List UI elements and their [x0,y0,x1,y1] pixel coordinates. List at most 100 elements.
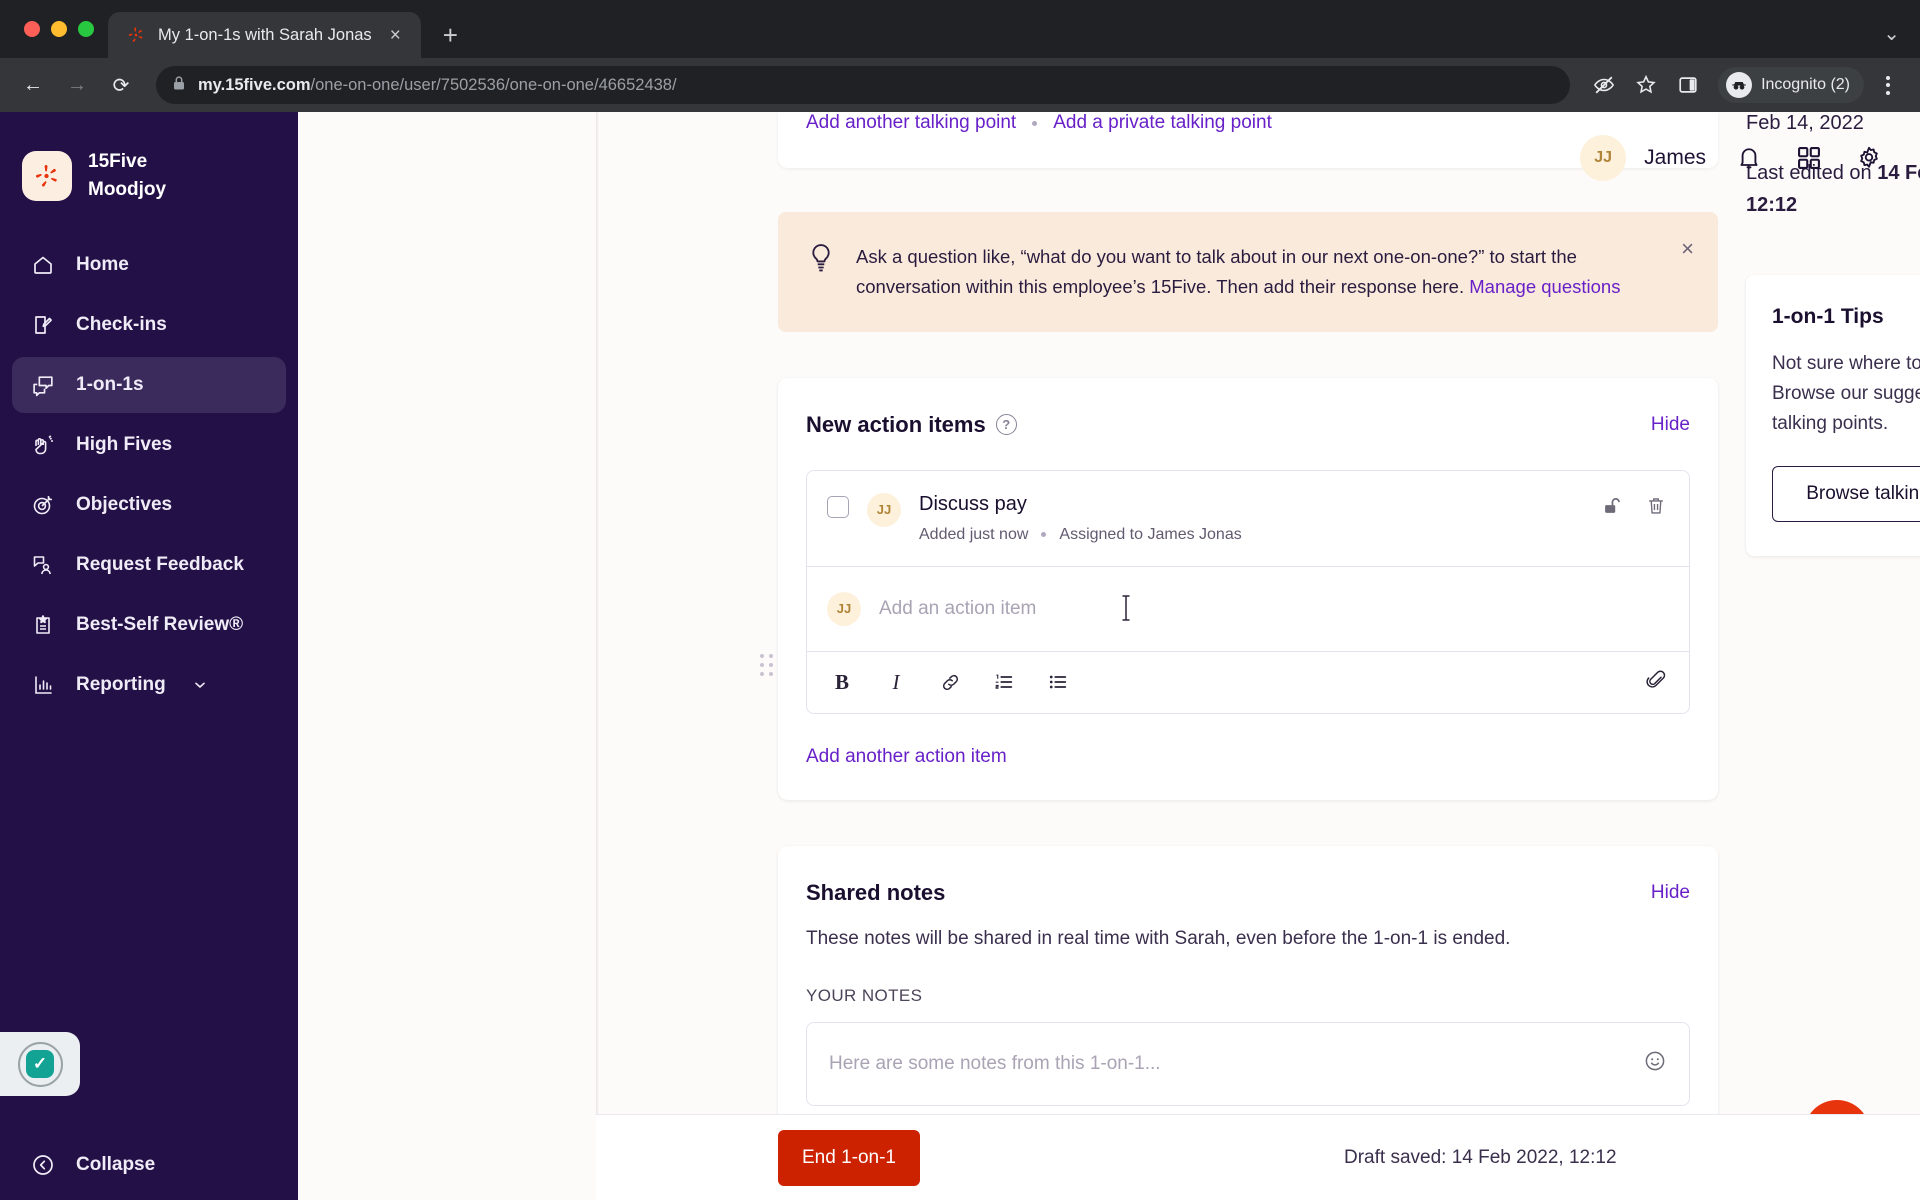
end-1-on-1-button[interactable]: End 1-on-1 [778,1129,920,1186]
gear-icon[interactable] [1852,141,1886,175]
action-item-placeholder: Add an action item [879,597,1037,619]
action-items-title-text: New action items [806,411,986,437]
tabstrip-menu-button[interactable]: ⌄ [1883,21,1920,58]
italic-icon[interactable]: I [883,669,909,695]
action-item-checkbox[interactable] [827,495,849,518]
window-traffic-lights [18,0,108,58]
app-topbar: JJ James [1580,112,1920,204]
shared-notes-card: Shared notes Hide These notes will be sh… [778,845,1718,1138]
action-item-row: JJ Discuss pay Added just now Assigned t… [806,469,1690,567]
chevron-left-circle-icon [30,1152,56,1178]
brand-line-2: Moodjoy [88,178,167,200]
sidebar-item-high-fives[interactable]: High Fives [12,417,286,473]
clipboard-star-icon [30,612,56,638]
reload-button[interactable]: ⟳ [102,66,140,104]
close-tab-button[interactable]: × [384,22,407,49]
sidebar-footer: ✓ Collapse [0,1032,298,1200]
sidebar-item-label: Objectives [76,494,173,516]
address-bar-url: my.15five.com/one-on-one/user/7502536/on… [198,76,677,95]
new-tab-button[interactable]: + [443,22,458,48]
sidebar-item-best-self-review[interactable]: Best-Self Review® [12,597,286,653]
hide-shared-notes-button[interactable]: Hide [1651,882,1690,904]
url-domain: my.15five.com [198,75,311,94]
15five-logo-icon [126,25,146,45]
user-menu[interactable]: JJ James [1580,135,1706,181]
sidebar-item-objectives[interactable]: Objectives [12,477,286,533]
star-icon[interactable] [1628,67,1664,103]
minimize-window-button[interactable] [51,21,67,37]
action-item-input[interactable]: JJ Add an action item [807,567,1689,651]
your-notes-input[interactable]: Here are some notes from this 1-on-1... [806,1021,1690,1106]
forward-button[interactable]: → [58,66,96,104]
bar-chart-icon [30,672,56,698]
action-item-title[interactable]: Discuss pay [919,493,1583,516]
high-five-hand-icon [30,432,56,458]
text-cursor-icon [1119,593,1130,623]
edit-note-icon [30,312,56,338]
avatar: JJ [1580,135,1627,181]
incognito-profile-label: Incognito (2) [1761,76,1850,93]
shared-notes-title: Shared notes [806,879,946,905]
tip-banner-text: Ask a question like, “what do you want t… [856,242,1656,302]
main-content: JJ James Add another talking point Add a… [298,112,1920,1200]
browser-window: My 1-on-1s with Sarah Jonas × + ⌄ ← → ⟳ … [0,0,1920,1200]
talking-points-card: Add another talking point Add a private … [778,112,1718,168]
paperclip-icon[interactable] [1645,669,1667,696]
sidebar-item-request-feedback[interactable]: Request Feedback [12,537,286,593]
action-item-assignee: Assigned to James Jonas [1059,525,1242,543]
lightbulb-icon [806,242,836,302]
back-button[interactable]: ← [14,66,52,104]
page-viewport: 15Five Moodjoy Home Check-ins 1-on-1s Hi… [0,112,1920,1200]
address-bar[interactable]: my.15five.com/one-on-one/user/7502536/on… [156,66,1571,104]
add-another-talking-point-link[interactable]: Add another talking point [806,112,1016,134]
sidebar-item-label: Home [76,254,129,276]
bullet-list-icon[interactable] [1045,669,1071,695]
collapse-sidebar-button[interactable]: Collapse [0,1152,298,1178]
accessibility-check-widget[interactable]: ✓ [0,1032,80,1096]
ordered-list-icon[interactable] [991,669,1017,695]
feedback-person-icon [30,552,56,578]
browse-talking-points-button[interactable]: Browse talking points [1772,466,1920,523]
sidebar-nav: Home Check-ins 1-on-1s High Fives Object… [0,237,298,713]
shared-notes-header: Shared notes Hide [806,880,1690,906]
sidebar-item-1-on-1s[interactable]: 1-on-1s [12,357,286,414]
chevron-down-icon [192,677,208,693]
tip-banner: Ask a question like, “what do you want t… [778,212,1718,332]
manage-questions-link[interactable]: Manage questions [1469,276,1620,297]
avatar: JJ [867,492,901,527]
bell-icon[interactable] [1732,141,1766,175]
page-scroll-area[interactable]: Add another talking point Add a private … [298,112,1920,1200]
chat-bubbles-icon [30,372,56,398]
close-window-button[interactable] [24,21,40,37]
trash-icon[interactable] [1645,495,1667,522]
incognito-profile-chip[interactable]: Incognito (2) [1718,67,1864,103]
kebab-menu-icon[interactable] [1870,67,1906,103]
url-path: /one-on-one/user/7502536/one-on-one/4665… [310,75,677,94]
formatting-toolbar: B I [807,650,1689,713]
sidebar-item-reporting[interactable]: Reporting [12,657,286,713]
drag-handle[interactable] [760,653,773,676]
browser-tab[interactable]: My 1-on-1s with Sarah Jonas × [108,12,421,58]
apps-grid-icon[interactable] [1792,141,1826,175]
add-another-action-item-link[interactable]: Add another action item [806,746,1690,768]
lock-icon [172,75,186,96]
question-mark-icon[interactable]: ? [995,414,1017,436]
hide-action-items-button[interactable]: Hide [1651,414,1690,436]
shared-notes-description: These notes will be shared in real time … [806,927,1511,949]
avatar: JJ [827,591,861,626]
incognito-icon [1726,72,1753,98]
smiley-icon[interactable] [1643,1049,1667,1078]
sidebar-item-check-ins[interactable]: Check-ins [12,297,286,353]
maximize-window-button[interactable] [78,21,94,37]
add-private-talking-point-link[interactable]: Add a private talking point [1053,112,1272,134]
bold-icon[interactable]: B [829,669,855,695]
draft-saved-status: Draft saved: 14 Feb 2022, 12:12 [1344,1146,1617,1168]
close-icon[interactable]: × [1681,238,1694,260]
check-icon: ✓ [26,1050,54,1078]
side-panel-icon[interactable] [1670,67,1706,103]
sidebar-item-home[interactable]: Home [12,237,286,293]
unlock-icon[interactable] [1601,495,1623,522]
eye-off-icon[interactable] [1586,67,1622,103]
brand-block[interactable]: 15Five Moodjoy [0,130,298,237]
link-icon[interactable] [937,669,963,695]
